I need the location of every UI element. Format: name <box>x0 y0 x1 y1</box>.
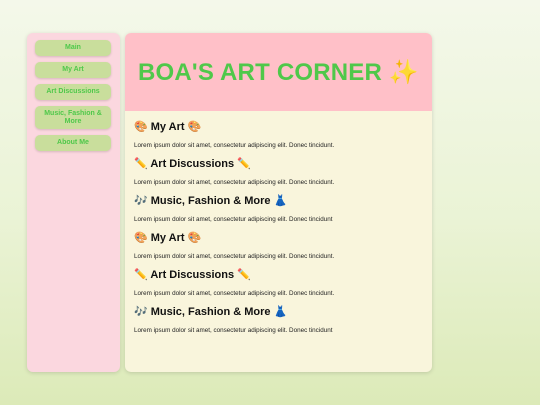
section-music-fashion-more: 🎶 Music, Fashion & More 👗 Lorem ipsum do… <box>134 306 423 335</box>
section-text: Lorem ipsum dolor sit amet, consectetur … <box>134 327 333 334</box>
section-text: Lorem ipsum dolor sit amet, consectetur … <box>134 253 335 260</box>
section-my-art: 🎨 My Art 🎨 Lorem ipsum dolor sit amet, c… <box>134 232 423 261</box>
sidebar: Main My Art Art Discussions Music, Fashi… <box>27 33 120 372</box>
section-text: Lorem ipsum dolor sit amet, consectetur … <box>134 179 335 186</box>
section-heading: ✏️ Art Discussions ✏️ <box>134 269 251 281</box>
nav-item-label: About Me <box>57 139 89 146</box>
header-banner: BOA'S ART CORNER ✨ <box>125 33 432 111</box>
nav-item-label: Art Discussions <box>46 88 100 95</box>
nav-item-label: Main <box>65 44 81 51</box>
nav-item-art-discussions[interactable]: Art Discussions <box>35 84 111 100</box>
main-panel: BOA'S ART CORNER ✨ 🎨 My Art 🎨 Lorem ipsu… <box>125 33 432 372</box>
nav-item-music-fashion-more[interactable]: Music, Fashion & More <box>35 106 111 129</box>
section-text: Lorem ipsum dolor sit amet, consectetur … <box>134 290 335 297</box>
section-art-discussions: ✏️ Art Discussions ✏️ Lorem ipsum dolor … <box>134 158 423 187</box>
section-my-art: 🎨 My Art 🎨 Lorem ipsum dolor sit amet, c… <box>134 121 423 150</box>
section-heading: 🎶 Music, Fashion & More 👗 <box>134 306 288 318</box>
section-heading: 🎨 My Art 🎨 <box>134 121 202 133</box>
nav-item-main[interactable]: Main <box>35 40 111 56</box>
nav-item-about-me[interactable]: About Me <box>35 135 111 151</box>
nav-item-my-art[interactable]: My Art <box>35 62 111 78</box>
section-music-fashion-more: 🎶 Music, Fashion & More 👗 Lorem ipsum do… <box>134 195 423 224</box>
section-text: Lorem ipsum dolor sit amet, consectetur … <box>134 216 333 223</box>
nav-item-label: Music, Fashion & More <box>44 109 102 125</box>
section-heading: 🎨 My Art 🎨 <box>134 232 202 244</box>
section-heading: 🎶 Music, Fashion & More 👗 <box>134 195 288 207</box>
section-text: Lorem ipsum dolor sit amet, consectetur … <box>134 142 335 149</box>
page-title: BOA'S ART CORNER ✨ <box>138 58 419 86</box>
nav-item-label: My Art <box>62 66 84 73</box>
section-art-discussions: ✏️ Art Discussions ✏️ Lorem ipsum dolor … <box>134 269 423 298</box>
section-heading: ✏️ Art Discussions ✏️ <box>134 158 251 170</box>
content-area: 🎨 My Art 🎨 Lorem ipsum dolor sit amet, c… <box>125 111 432 335</box>
